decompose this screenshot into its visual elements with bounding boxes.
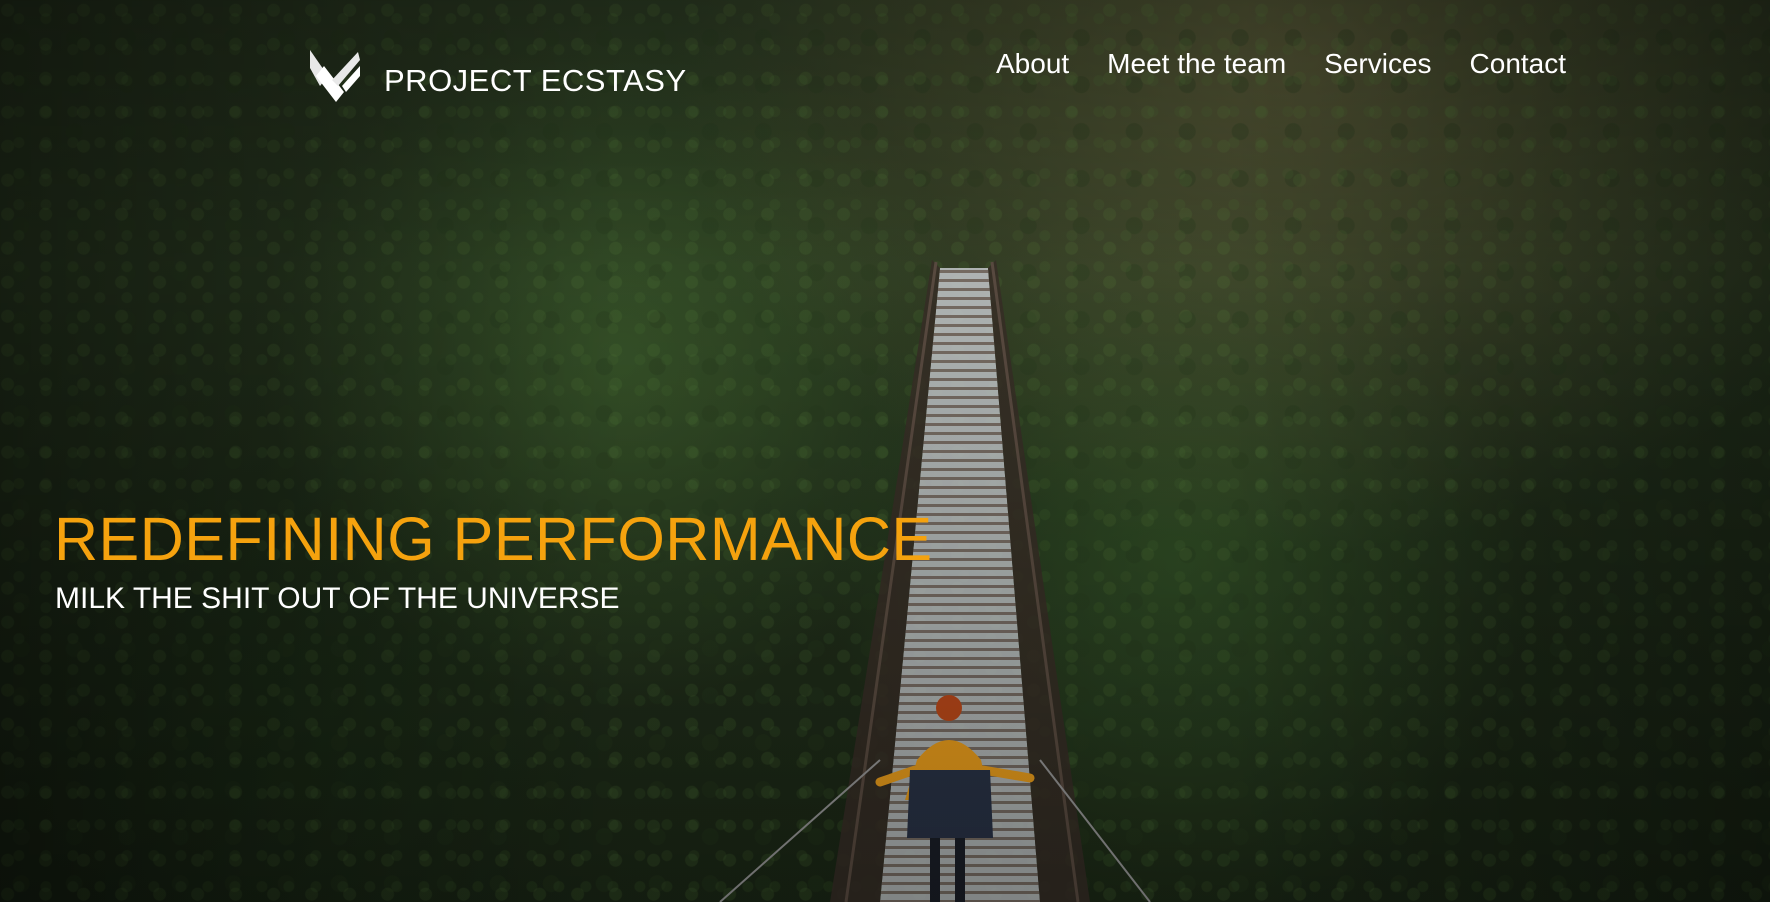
hero-section: PROJECT ECSTASY About Meet the team Serv… xyxy=(0,0,1770,902)
chevron-wings-logo-icon xyxy=(310,50,360,102)
nav-meet-the-team-link[interactable]: Meet the team xyxy=(1107,48,1286,80)
nav-services-link[interactable]: Services xyxy=(1324,48,1431,80)
brand-logo-link[interactable]: PROJECT ECSTASY xyxy=(306,46,687,106)
main-nav: About Meet the team Services Contact xyxy=(996,48,1566,80)
hero-headline: REDEFINING PERFORMANCE xyxy=(54,505,933,573)
hero-subheadline: MILK THE SHIT OUT OF THE UNIVERSE xyxy=(55,582,620,615)
nav-about-link[interactable]: About xyxy=(996,48,1069,80)
brand-name: PROJECT ECSTASY xyxy=(384,63,687,98)
image-overlay xyxy=(0,0,1770,902)
nav-contact-link[interactable]: Contact xyxy=(1470,48,1567,80)
